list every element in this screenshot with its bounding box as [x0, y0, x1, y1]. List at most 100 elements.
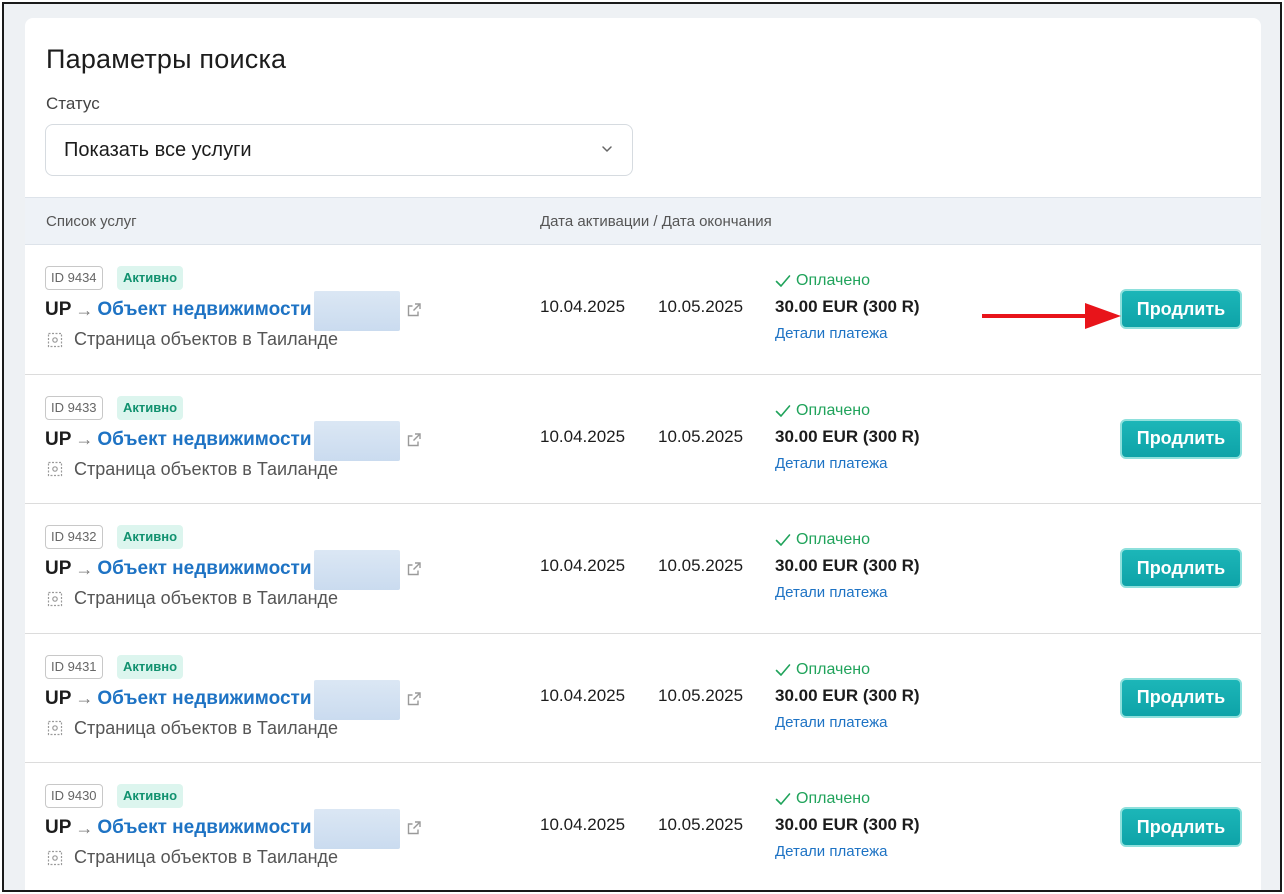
extend-button[interactable]: Продлить [1120, 548, 1242, 588]
check-icon [775, 663, 791, 676]
column-header-dates: Дата активации / Дата окончания [540, 213, 772, 230]
service-title: UP → Объект недвижимости [45, 420, 422, 461]
payment-details-link[interactable]: Детали платежа [775, 714, 888, 731]
payment-amount: 30.00 EUR (300 R) [775, 815, 920, 834]
status-badge: Активно [117, 784, 184, 808]
service-title: UP → Объект недвижимости [45, 550, 422, 590]
redacted-object-name [313, 550, 400, 590]
page-title: Параметры поиска [46, 44, 287, 74]
object-link[interactable]: Объект недвижимости [97, 429, 311, 451]
service-page-label: Страница объектов в Таиланде [74, 458, 339, 479]
activation-date: 10.04.2025 [540, 685, 626, 705]
payment-status-label: Оплачено [796, 401, 870, 419]
external-link-icon[interactable] [406, 691, 422, 707]
external-link-icon[interactable] [406, 432, 422, 448]
table-row: ID 9431 Активно UP → Объект недвижимости… [25, 634, 1261, 763]
service-page: Страница объектов в Таиланде [47, 459, 338, 480]
extend-button[interactable]: Продлить [1120, 677, 1242, 718]
red-arrow-icon [982, 303, 1121, 329]
service-page-label: Страница объектов в Таиланде [74, 588, 339, 608]
end-date: 10.05.2025 [658, 685, 744, 705]
service-page-label: Страница объектов в Таиланде [74, 329, 339, 349]
payment-amount: 30.00 EUR (300 R) [775, 426, 920, 446]
external-link-icon[interactable] [406, 561, 422, 577]
status-badge: Активно [117, 525, 184, 549]
service-title: UP → Объект недвижимости [45, 679, 422, 720]
extend-button[interactable]: Продлить [1120, 418, 1242, 459]
object-link[interactable]: Объект недвижимости [97, 558, 311, 580]
page-icon [47, 461, 63, 477]
status-badge: Активно [117, 266, 184, 290]
external-link-icon[interactable] [406, 302, 422, 318]
payment-amount: 30.00 EUR (300 R) [775, 297, 920, 316]
redacted-object-name [313, 420, 400, 461]
payment-status: Оплачено [775, 272, 870, 290]
end-date: 10.05.2025 [658, 297, 744, 316]
service-title: UP → Объект недвижимости [45, 291, 422, 331]
status-badge: Активно [117, 395, 184, 420]
payment-status-label: Оплачено [796, 531, 870, 548]
payment-status: Оплачено [775, 661, 870, 679]
table-row: ID 9433 Активно UP → Объект недвижимости… [25, 375, 1261, 504]
payment-status-label: Оплачено [796, 790, 870, 807]
page-icon [47, 850, 63, 865]
page-icon [47, 591, 63, 606]
object-link[interactable]: Объект недвижимости [97, 299, 311, 321]
service-page: Страница объектов в Таиланде [47, 329, 338, 350]
service-type: UP [45, 687, 72, 709]
payment-amount: 30.00 EUR (300 R) [775, 685, 920, 705]
payment-details-link[interactable]: Детали платежа [775, 843, 888, 860]
payment-details-link[interactable]: Детали платежа [775, 584, 888, 601]
payment-status-label: Оплачено [796, 272, 870, 289]
end-date: 10.05.2025 [658, 556, 744, 575]
service-page: Страница объектов в Таиланде [47, 718, 338, 739]
end-date: 10.05.2025 [658, 815, 744, 834]
arrow-right-icon: → [75, 817, 94, 838]
payment-status: Оплачено [775, 790, 870, 808]
service-id-badge: ID 9432 [45, 525, 103, 549]
activation-date: 10.04.2025 [540, 426, 626, 446]
arrow-right-icon: → [75, 429, 94, 449]
service-page-label: Страница объектов в Таиланде [74, 717, 339, 738]
column-header-services: Список услуг [46, 213, 137, 230]
service-type: UP [45, 299, 72, 320]
status-select-value: Показать все услуги [64, 138, 252, 161]
service-type: UP [45, 558, 72, 579]
services-list: ID 9434 Активно UP → Объект недвижимости… [25, 245, 1261, 890]
activation-date: 10.04.2025 [540, 297, 626, 316]
service-id-badge: ID 9433 [45, 395, 103, 420]
end-date: 10.05.2025 [658, 426, 744, 446]
extend-button[interactable]: Продлить [1120, 289, 1242, 329]
arrow-right-icon: → [75, 299, 94, 320]
status-badge: Активно [117, 654, 184, 679]
payment-status: Оплачено [775, 402, 870, 420]
arrow-right-icon: → [75, 688, 94, 708]
external-link-icon[interactable] [406, 820, 422, 836]
object-link[interactable]: Объект недвижимости [97, 688, 311, 710]
payment-details-link[interactable]: Детали платежа [775, 325, 888, 342]
service-id-badge: ID 9434 [45, 266, 103, 290]
check-icon [775, 534, 791, 546]
status-select[interactable]: Показать все услуги [45, 124, 633, 176]
table-row: ID 9432 Активно UP → Объект недвижимости… [25, 504, 1261, 634]
redacted-object-name [313, 291, 400, 331]
table-row: ID 9430 Активно UP → Объект недвижимости… [25, 763, 1261, 890]
redacted-object-name [313, 679, 400, 720]
arrow-right-icon: → [75, 558, 94, 579]
service-page-label: Страница объектов в Таиланде [74, 847, 339, 867]
screenshot-frame: Параметры поиска Статус Показать все усл… [2, 2, 1282, 892]
search-card: Параметры поиска Статус Показать все усл… [25, 18, 1261, 890]
service-type: UP [45, 817, 72, 838]
activation-date: 10.04.2025 [540, 556, 626, 575]
payment-amount: 30.00 EUR (300 R) [775, 556, 920, 575]
extend-button[interactable]: Продлить [1120, 807, 1242, 847]
redacted-object-name [313, 809, 400, 849]
object-link[interactable]: Объект недвижимости [97, 817, 311, 839]
check-icon [775, 404, 791, 417]
table-header: Список услуг Дата активации / Дата оконч… [25, 197, 1261, 245]
service-id-badge: ID 9431 [45, 654, 103, 679]
service-type: UP [45, 428, 72, 450]
check-icon [775, 793, 791, 805]
service-title: UP → Объект недвижимости [45, 809, 422, 849]
payment-details-link[interactable]: Детали платежа [775, 455, 888, 472]
